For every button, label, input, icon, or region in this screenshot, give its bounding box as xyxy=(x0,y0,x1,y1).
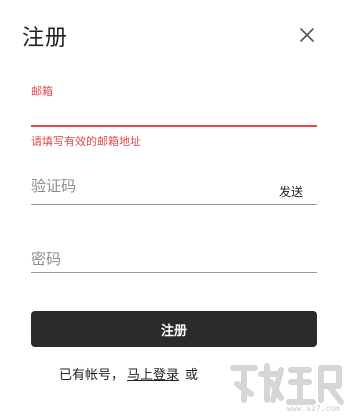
close-button[interactable] xyxy=(296,24,318,46)
send-code-button[interactable]: 发送 xyxy=(279,183,303,200)
verification-code-field[interactable]: 验证码 发送 xyxy=(31,175,317,207)
email-error-message: 请填写有效的邮箱地址 xyxy=(31,135,141,148)
login-prompt-text: 已有帐号， xyxy=(59,368,125,383)
verification-code-placeholder: 验证码 xyxy=(31,177,77,195)
close-icon xyxy=(300,28,314,42)
register-button[interactable]: 注册 xyxy=(31,311,317,347)
password-underline xyxy=(31,272,317,273)
register-dialog: 注册 邮箱 请填写有效的邮箱地址 验证码 发送 密码 注册 已有帐号， 马上登录或 xyxy=(0,0,348,415)
login-link[interactable]: 马上登录 xyxy=(127,368,179,383)
password-placeholder: 密码 xyxy=(31,250,62,268)
watermark-url: www.xz7.com xyxy=(287,404,340,413)
password-field[interactable]: 密码 xyxy=(31,248,317,276)
email-underline xyxy=(31,125,317,127)
email-field[interactable]: 邮箱 请填写有效的邮箱地址 xyxy=(31,83,317,149)
login-prompt-or: 或 xyxy=(185,368,199,383)
site-watermark: www.xz7.com xyxy=(225,360,348,415)
email-label: 邮箱 xyxy=(31,85,53,98)
verification-code-underline xyxy=(31,204,317,205)
login-prompt: 已有帐号， 马上登录或 xyxy=(59,364,198,383)
dialog-title: 注册 xyxy=(22,26,69,51)
